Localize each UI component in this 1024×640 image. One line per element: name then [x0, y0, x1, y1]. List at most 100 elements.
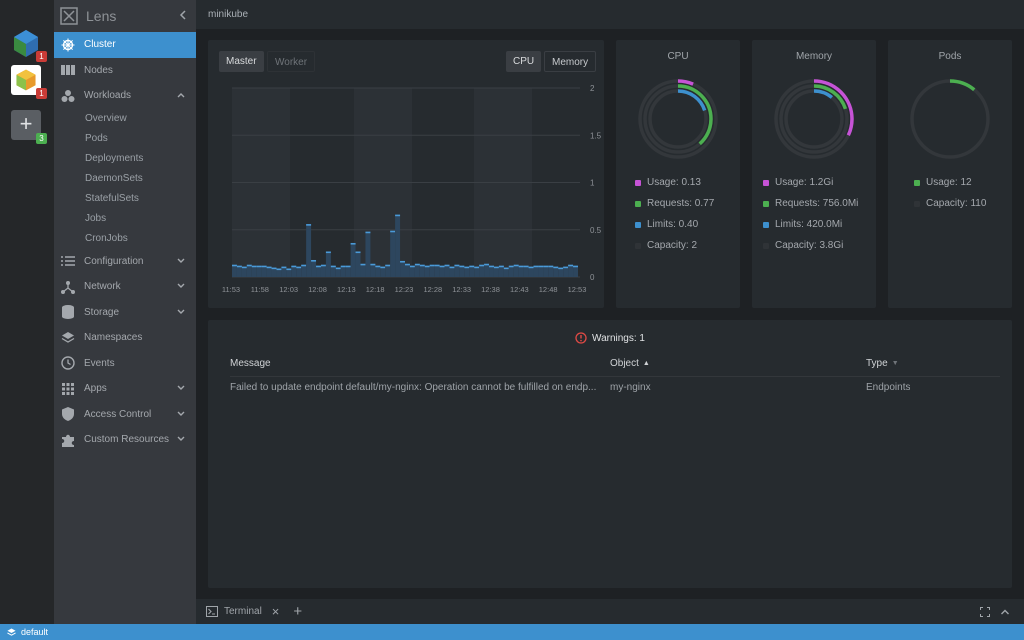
column-type[interactable]: Type ▼ [866, 358, 899, 369]
chart-bar-top [459, 265, 465, 268]
warnings-title: Warnings: 1 [592, 332, 645, 344]
chart-bar [395, 214, 401, 277]
sidebar-item-custom-resources[interactable]: Custom Resources [54, 427, 196, 453]
terminal-label: Terminal [224, 606, 262, 617]
cpu-gauge [638, 79, 718, 159]
chart-bar [320, 264, 326, 277]
helm-wheel-icon [60, 37, 76, 53]
chevron-up-icon[interactable] [1000, 608, 1010, 616]
sidebar-item-workloads[interactable]: Workloads [54, 83, 196, 109]
chart-bar-top [493, 266, 499, 269]
chart-bar-top [424, 265, 430, 268]
chart-bar-top [365, 231, 371, 234]
sidebar-item-storage[interactable]: Storage [54, 300, 196, 326]
column-message[interactable]: Message [230, 358, 271, 369]
chart-bar [355, 251, 361, 277]
memory-gauge [774, 79, 854, 159]
sort-desc-icon: ▼ [891, 360, 899, 367]
cluster-icon-1[interactable]: 1 [11, 28, 47, 62]
chart-bar-top [558, 267, 564, 270]
chart-bar-top [479, 264, 485, 267]
chart-bar-top [543, 265, 549, 268]
chart-bar [365, 231, 371, 277]
layers-icon [60, 330, 76, 346]
sidebar-item-access-control[interactable]: Access Control [54, 402, 196, 428]
chart-bar [573, 265, 578, 277]
chart-bar-top [573, 265, 578, 268]
collapse-sidebar-icon[interactable] [178, 9, 188, 21]
sidebar-item-apps[interactable]: Apps [54, 376, 196, 402]
chart-bar-top [340, 265, 346, 268]
usage-dot [635, 179, 641, 186]
chart-bar-top [320, 264, 326, 267]
plus-icon: + [19, 111, 33, 136]
chart-bar-top [518, 265, 524, 268]
chart-bar-top [232, 264, 237, 267]
chart-bar [543, 265, 549, 277]
chart-bar [489, 265, 494, 277]
chart-bar-top [281, 266, 287, 269]
namespace-label[interactable]: default [21, 627, 48, 637]
y-tick-label: 2 [590, 84, 595, 93]
sidebar: Lens Cluster Nodes Workloads Overview Po… [54, 0, 196, 624]
cluster-rail: 1 1 + 3 [0, 0, 54, 624]
sidebar-subitem-jobs[interactable]: Jobs [54, 209, 196, 229]
add-cluster-button[interactable]: + 3 [11, 110, 47, 144]
chart-bar-top [256, 265, 262, 268]
chart-bar-top [444, 264, 450, 267]
usage-dot [763, 179, 769, 186]
shield-icon [60, 406, 76, 422]
chart-bar-top [306, 224, 312, 226]
tab-terminal[interactable]: Terminal [206, 606, 262, 617]
close-icon[interactable]: × [272, 604, 280, 619]
capacity-dot [763, 242, 769, 249]
chart-bar-top [489, 265, 494, 268]
plus-icon[interactable]: + [293, 603, 302, 620]
x-tick-label: 12:23 [395, 285, 414, 294]
row-object[interactable]: my-nginx [610, 382, 651, 393]
chart-bar [469, 265, 475, 277]
chart-bar-top [563, 266, 569, 269]
fullscreen-icon[interactable] [980, 607, 990, 617]
sidebar-item-nodes[interactable]: Nodes [54, 58, 196, 84]
chart-bar-top [484, 263, 490, 266]
sidebar-subitem-deployments[interactable]: Deployments [54, 149, 196, 169]
capacity-dot [635, 242, 641, 249]
cpu-capacity: Capacity: 2 [647, 240, 698, 251]
sidebar-subitem-overview[interactable]: Overview [54, 109, 196, 129]
x-tick-label: 12:43 [510, 285, 529, 294]
warnings-panel: Warnings: 1 Message Object ▲ Type ▼ Fail… [208, 320, 1012, 588]
chart-bar-top [301, 264, 307, 267]
sidebar-subitem-statefulsets[interactable]: StatefulSets [54, 189, 196, 209]
sidebar-item-events[interactable]: Events [54, 351, 196, 377]
sidebar-item-configuration[interactable]: Configuration [54, 249, 196, 275]
sidebar-subitem-daemonsets[interactable]: DaemonSets [54, 169, 196, 189]
chart-bar-top [395, 214, 401, 217]
chart-bar-top [236, 265, 242, 268]
chevron-down-icon [177, 283, 185, 288]
chart-bar [513, 264, 519, 277]
chart-bar-top [553, 266, 559, 269]
terminal-icon [206, 606, 218, 617]
chart-bar-top [350, 242, 356, 245]
chevron-up-icon [177, 93, 185, 98]
sidebar-item-namespaces[interactable]: Namespaces [54, 325, 196, 351]
warning-icon [575, 332, 587, 344]
sidebar-item-cluster[interactable]: Cluster [54, 32, 196, 58]
chart-bar-top [400, 260, 405, 263]
cluster-icon-2[interactable]: 1 [11, 65, 47, 99]
chart-bar [414, 263, 420, 277]
sidebar-subitem-cronjobs[interactable]: CronJobs [54, 229, 196, 249]
chart-bar [390, 230, 396, 277]
sidebar-subitem-pods[interactable]: Pods [54, 129, 196, 149]
chart-bar [523, 265, 529, 277]
sidebar-item-network[interactable]: Network [54, 274, 196, 300]
sidebar-item-label: Apps [84, 383, 107, 395]
cluster-overview: Master Worker CPU Memory 2 1.5 1 0.5 0 11:53 1… [196, 29, 1024, 599]
chart-bar-top [296, 266, 302, 269]
column-object[interactable]: Object ▲ [610, 358, 650, 369]
x-tick-label: 12:08 [308, 285, 327, 294]
chart-bar [325, 251, 331, 277]
puzzle-icon [60, 432, 76, 448]
sidebar-item-label: Cluster [84, 39, 116, 51]
